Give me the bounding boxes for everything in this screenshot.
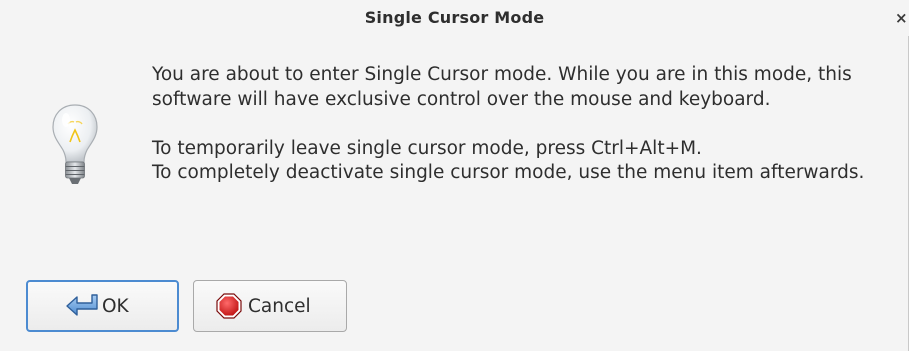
title-bar[interactable]: Single Cursor Mode × bbox=[0, 0, 909, 36]
message-paragraph-2-line-1: To temporarily leave single cursor mode,… bbox=[152, 137, 702, 159]
message-paragraph-2-line-2: To completely deactivate single cursor m… bbox=[152, 162, 865, 183]
message-paragraph-1: You are about to enter Single Cursor mod… bbox=[152, 64, 852, 110]
cancel-button-label: Cancel bbox=[248, 295, 311, 317]
ok-button[interactable]: OK bbox=[26, 280, 179, 332]
dialog-message: You are about to enter Single Cursor mod… bbox=[152, 63, 897, 186]
lightbulb-icon bbox=[52, 104, 98, 184]
cancel-button[interactable]: Cancel bbox=[193, 280, 347, 332]
stop-icon bbox=[216, 293, 242, 319]
close-button[interactable]: × bbox=[895, 9, 909, 27]
ok-button-label: OK bbox=[102, 295, 129, 317]
return-arrow-icon bbox=[66, 294, 98, 316]
single-cursor-mode-dialog: Single Cursor Mode × You are about to en… bbox=[0, 0, 909, 351]
dialog-title: Single Cursor Mode bbox=[364, 8, 545, 27]
